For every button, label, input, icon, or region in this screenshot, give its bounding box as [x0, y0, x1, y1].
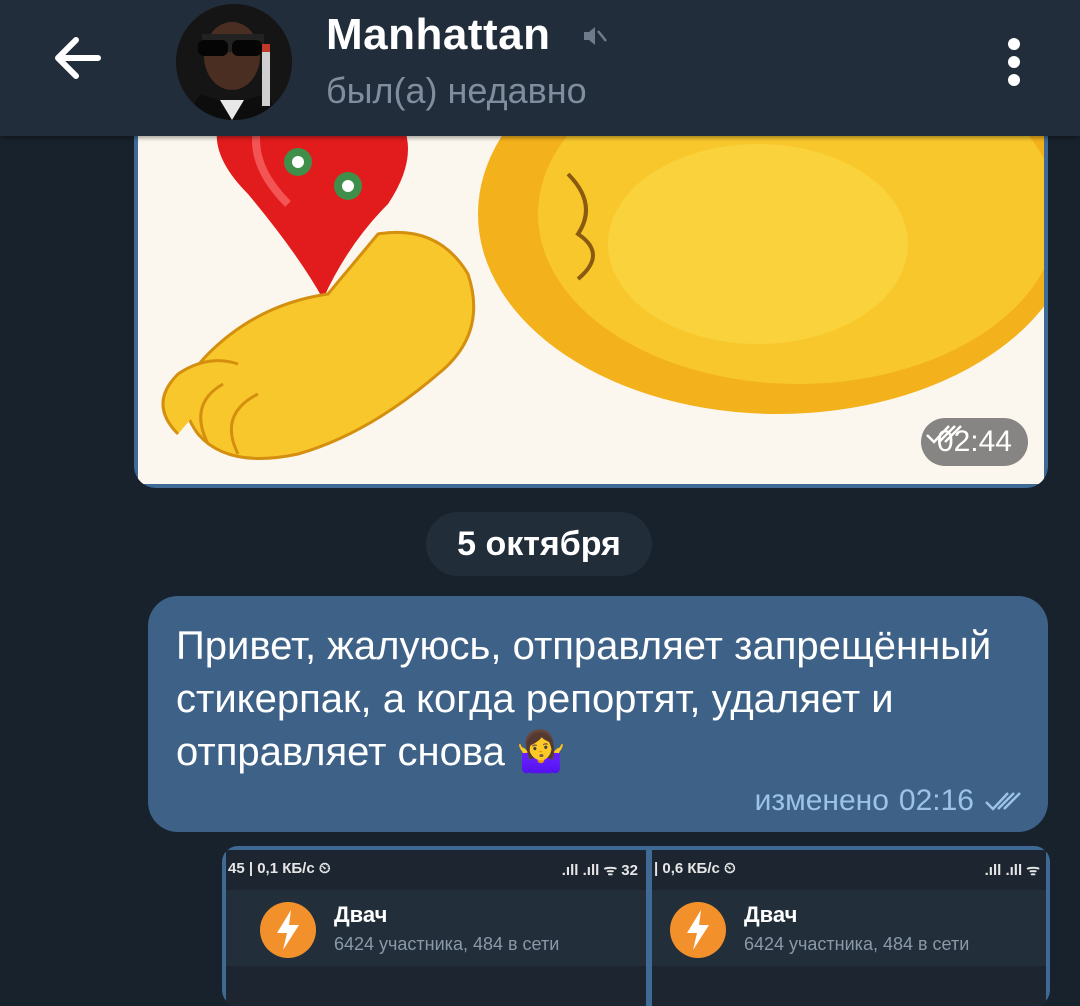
- double-check-icon: [926, 425, 962, 444]
- message-meta: изменено 02:16: [755, 784, 1028, 818]
- date-separator: 5 октября: [426, 512, 652, 576]
- kiss-emoji-photo: [138, 104, 1044, 484]
- arrow-left-icon: [55, 37, 101, 79]
- more-menu-button[interactable]: [990, 32, 1038, 92]
- screenshot-album[interactable]: 45 | 0,1 КБ/с ⏲ .ıll .ıll ᯤ 32 Двач 6424…: [222, 846, 1050, 1006]
- screenshot-1[interactable]: 45 | 0,1 КБ/с ⏲ .ıll .ıll ᯤ 32 Двач 6424…: [226, 850, 646, 1006]
- status-bar-right: .ıll .ıll ᯤ: [984, 862, 1040, 879]
- chat-title[interactable]: Manhattan: [326, 10, 551, 60]
- chat-preview-header: Двач 6424 участника, 484 в сети: [652, 890, 1046, 966]
- outgoing-message[interactable]: Привет, жалуюсь, отправляет запрещённый …: [148, 596, 1048, 832]
- dvach-logo-icon: [260, 902, 316, 958]
- chat-preview-name: Двач: [744, 902, 798, 927]
- muted-speaker-icon: [584, 27, 607, 45]
- message-time: 02:16: [898, 784, 974, 817]
- phone-status-bar: | 0,6 КБ/с ⏲ .ıll .ıll ᯤ: [652, 850, 1046, 888]
- photo-message[interactable]: 02:44: [134, 100, 1048, 488]
- chat-preview-name: Двач: [334, 902, 388, 927]
- double-check-icon: [985, 792, 1021, 811]
- avatar[interactable]: [176, 4, 292, 120]
- screenshot-2[interactable]: | 0,6 КБ/с ⏲ .ıll .ıll ᯤ Двач 6424 участ…: [652, 850, 1046, 1006]
- chat-header: Manhattan был(а) недавно: [0, 0, 1080, 136]
- status-bar-left: | 0,6 КБ/с ⏲: [654, 860, 736, 877]
- chat-preview-header: Двач 6424 участника, 484 в сети: [226, 890, 646, 966]
- status-bar-left: 45 | 0,1 КБ/с ⏲: [228, 860, 331, 877]
- phone-status-bar: 45 | 0,1 КБ/с ⏲ .ıll .ıll ᯤ 32: [226, 850, 646, 888]
- more-vertical-icon: [1008, 38, 1020, 86]
- chat-preview-members: 6424 участника, 484 в сети: [334, 934, 560, 954]
- chat-preview-members: 6424 участника, 484 в сети: [744, 934, 970, 954]
- photo-message-meta: 02:44: [920, 418, 1028, 466]
- dvach-logo-icon: [670, 902, 726, 958]
- back-button[interactable]: [44, 26, 108, 90]
- avatar-image: [176, 4, 292, 120]
- last-seen-status: был(а) недавно: [326, 70, 587, 111]
- status-bar-right: .ıll .ıll ᯤ 32: [561, 862, 638, 879]
- edited-label: изменено: [754, 784, 889, 817]
- message-text: Привет, жалуюсь, отправляет запрещённый …: [176, 624, 992, 774]
